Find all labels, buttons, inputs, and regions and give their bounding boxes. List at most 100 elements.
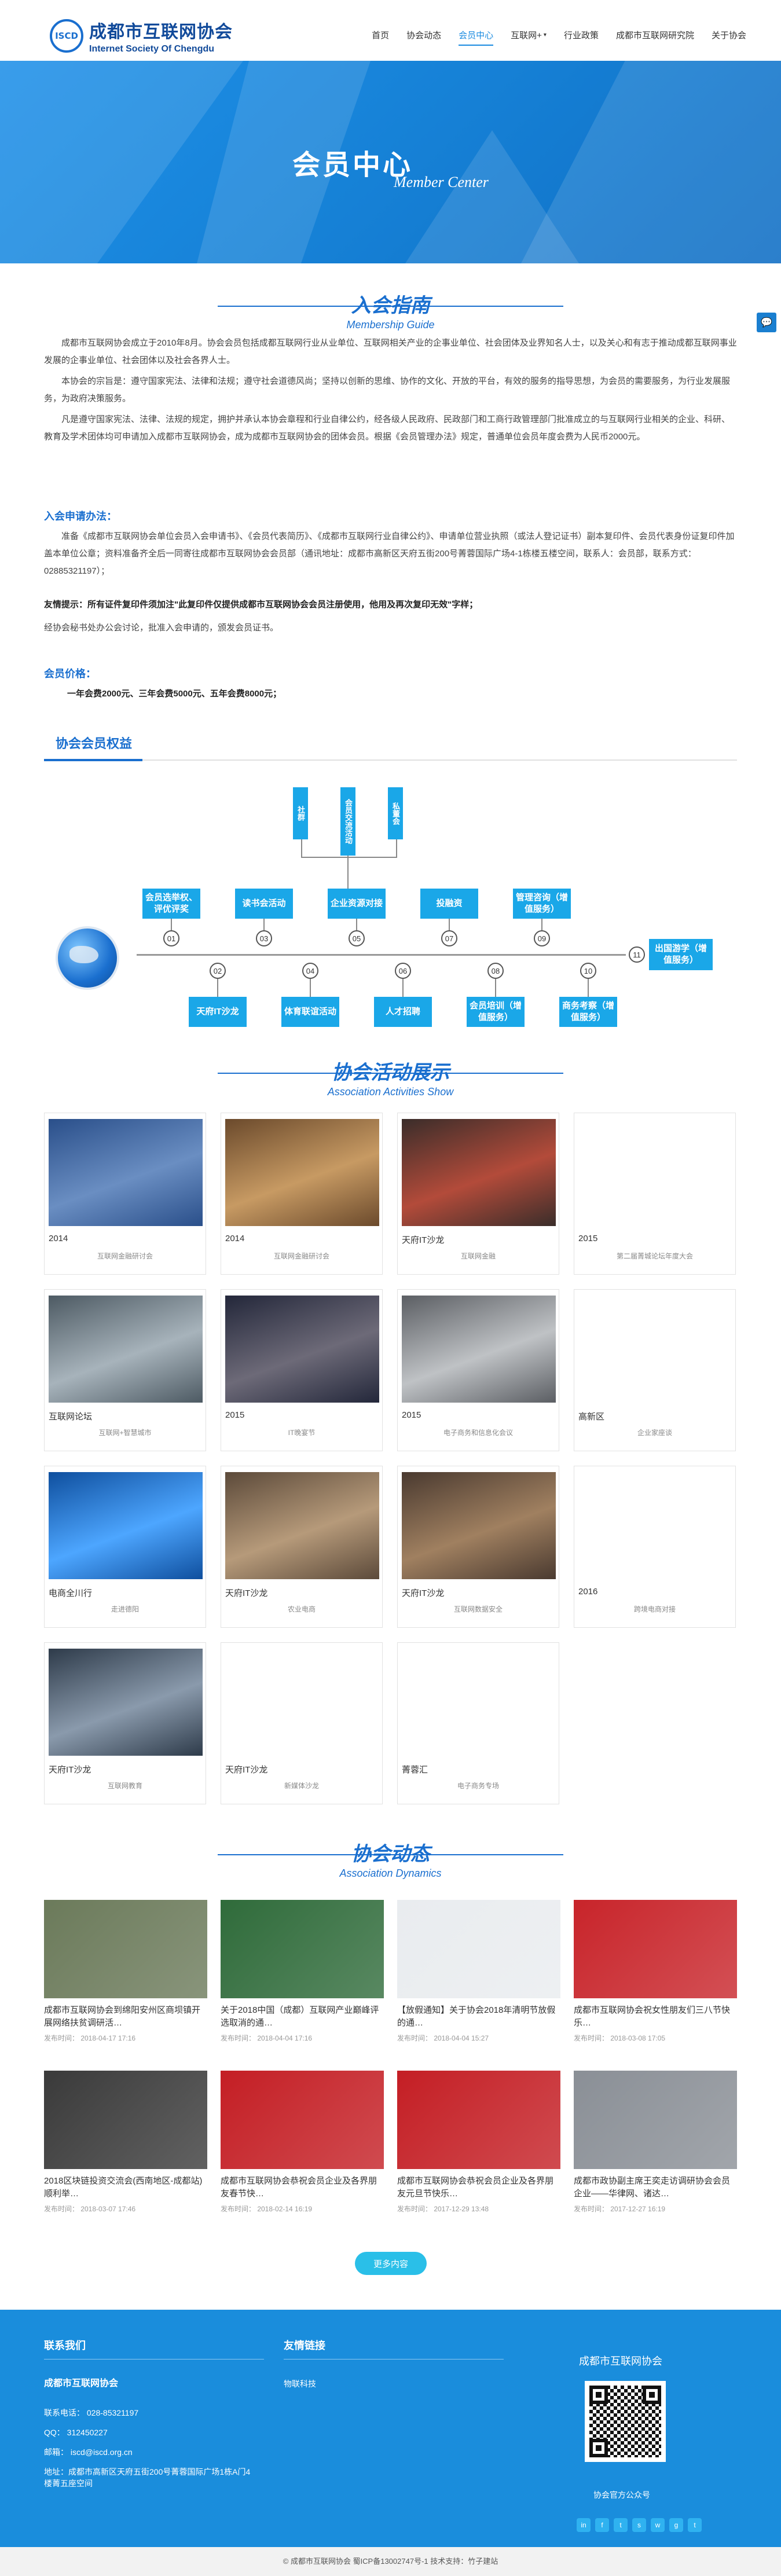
- activity-card[interactable]: 电商全川行 走进德阳: [44, 1466, 206, 1628]
- connector: [495, 979, 496, 997]
- main-content: 入会指南 Membership Guide 成都市互联网协会成立于2010年8月…: [44, 0, 737, 2316]
- activity-subtitle: 企业家座谈: [637, 1429, 672, 1437]
- news-title[interactable]: 2018区块链投资交流会(西南地区-成都站)顺利举…: [44, 2175, 207, 2200]
- news-item[interactable]: 成都市政协副主席王奕走访调研协会会员企业——华律网、诸达… 发布时间： 2017-…: [574, 2071, 737, 2214]
- news-item[interactable]: 成都市互联网协会恭祝会员企业及各界朋友春节快… 发布时间： 2018-02-14 …: [221, 2071, 384, 2214]
- activity-subtitle: 走进德阳: [111, 1605, 139, 1613]
- activity-subtitle: 互联网金融研讨会: [97, 1252, 153, 1260]
- guide-title: 入会指南: [351, 294, 430, 317]
- activity-card[interactable]: 天府IT沙龙 互联网教育: [44, 1642, 206, 1804]
- news-item[interactable]: 成都市互联网协会祝女性朋友们三八节快乐… 发布时间： 2018-03-08 17:…: [574, 1900, 737, 2043]
- tumblr-icon[interactable]: t: [688, 2518, 702, 2532]
- social-links: in f t s w g t: [577, 2518, 706, 2532]
- activity-subtitle: IT晚宴节: [288, 1429, 316, 1437]
- activity-caption: 高新区: [578, 1412, 605, 1422]
- activity-card[interactable]: 天府IT沙龙 互联网数据安全: [397, 1466, 559, 1628]
- news-item[interactable]: 2018区块链投资交流会(西南地区-成都站)顺利举… 发布时间： 2018-03-…: [44, 2071, 207, 2214]
- activity-card[interactable]: 天府IT沙龙 互联网金融: [397, 1113, 559, 1275]
- activity-photo: [49, 1119, 203, 1226]
- news-photo: [574, 2071, 737, 2169]
- apply-section: 准备《成都市互联网协会单位会员入会申请书》、《会员代表简历》、《成都市互联网行业…: [44, 528, 737, 580]
- member-rights-diagram: 社群 会员交流活动 私董会 01 02 03 04 05 06 07 08 09 10 11 会员选举…: [44, 787, 737, 1054]
- activity-card[interactable]: 天府IT沙龙 农业电商: [221, 1466, 383, 1628]
- news-item[interactable]: 成都市互联网协会恭祝会员企业及各界朋友元旦节快乐… 发布时间： 2017-12-2…: [397, 2071, 560, 2214]
- news-date: 发布时间： 2018-04-17 17:16: [44, 2034, 136, 2042]
- activity-caption: 菁蓉汇: [402, 1765, 428, 1775]
- footer-address: 地址：成都市高新区天府五街200号菁蓉国际广场1栋A门4楼菁五座空间: [44, 2467, 251, 2488]
- bottom-benefit-box: 会员培训（增值服务）: [467, 997, 525, 1027]
- news-title[interactable]: 成都市互联网协会祝女性朋友们三八节快乐…: [574, 2004, 737, 2030]
- contact-title: 联系我们: [44, 2340, 86, 2351]
- apply-title: 入会申请办法：: [44, 511, 117, 522]
- activity-subtitle: 互联网金融研讨会: [273, 1252, 329, 1260]
- news-title[interactable]: 成都市互联网协会恭祝会员企业及各界朋友元旦节快乐…: [397, 2175, 560, 2200]
- linkedin-icon[interactable]: in: [577, 2518, 591, 2532]
- news-item[interactable]: 关于2018中国（成都）互联网产业巅峰评选取消的通… 发布时间： 2018-04-…: [221, 1900, 384, 2043]
- guide-intro: 成都市互联网协会成立于2010年8月。协会会员包括成都互联网行业从业单位、互联网…: [44, 335, 737, 446]
- news-item[interactable]: 成都市互联网协会到绵阳安州区商坝镇开展网络扶贫调研活… 发布时间： 2018-04…: [44, 1900, 207, 2043]
- activity-card[interactable]: 2014 互联网金融研讨会: [221, 1113, 383, 1275]
- timeline-node: 02: [210, 963, 226, 979]
- bottom-benefit-box: 天府IT沙龙: [189, 997, 247, 1027]
- activity-photo: [225, 1472, 379, 1579]
- activity-card[interactable]: 天府IT沙龙 新媒体沙龙: [221, 1642, 383, 1804]
- footer-qq: QQ： 312450227: [44, 2428, 108, 2437]
- news-title[interactable]: 【放假通知】关于协会2018年清明节放假的通…: [397, 2004, 560, 2030]
- google-icon[interactable]: g: [669, 2518, 683, 2532]
- twitter-icon[interactable]: t: [614, 2518, 628, 2532]
- guide-paragraph-3: 凡是遵守国家宪法、法律、法规的规定，拥护并承认本协会章程和行业自律公约，经各级人…: [44, 414, 731, 442]
- rights-title: 协会会员权益: [56, 736, 133, 751]
- news-date: 发布时间： 2018-04-04 17:16: [221, 2034, 313, 2042]
- activity-card[interactable]: 互联网论坛 互联网+智慧城市: [44, 1289, 206, 1451]
- news-date: 发布时间： 2018-03-07 17:46: [44, 2205, 136, 2213]
- connector: [263, 919, 265, 930]
- qr-code: [585, 2381, 666, 2462]
- top-benefit-box: 会员选举权、评优评奖: [142, 889, 200, 919]
- more-button[interactable]: 更多内容: [355, 2252, 427, 2275]
- activity-photo: [225, 1296, 379, 1403]
- news-title[interactable]: 成都市政协副主席王奕走访调研协会会员企业——华律网、诸达…: [574, 2175, 737, 2200]
- news-title[interactable]: 关于2018中国（成都）互联网产业巅峰评选取消的通…: [221, 2004, 384, 2030]
- activity-card[interactable]: 2015 电子商务和信息化会议: [397, 1289, 559, 1451]
- news-title[interactable]: 成都市互联网协会到绵阳安州区商坝镇开展网络扶贫调研活…: [44, 2004, 207, 2030]
- footer-divider: [44, 2359, 264, 2360]
- timeline-node: 06: [395, 963, 411, 979]
- footer-email[interactable]: 邮箱： iscd@iscd.org.cn: [44, 2446, 133, 2458]
- footer-link-wulian[interactable]: 物联科技: [284, 2378, 316, 2390]
- timeline-node: 01: [163, 930, 179, 946]
- news-photo: [44, 1900, 207, 1998]
- activity-photo: [49, 1296, 203, 1403]
- activity-card[interactable]: 2015 第二届菁城论坛年度大会: [574, 1113, 736, 1275]
- weibo-icon[interactable]: w: [651, 2518, 665, 2532]
- activity-card[interactable]: 2014 互联网金融研讨会: [44, 1113, 206, 1275]
- news-item[interactable]: 【放假通知】关于协会2018年清明节放假的通… 发布时间： 2018-04-04 …: [397, 1900, 560, 2043]
- news-photo: [574, 1900, 737, 1998]
- activity-card[interactable]: 2016 跨境电商对接: [574, 1466, 736, 1628]
- activity-subtitle: 电子商务和信息化会议: [443, 1429, 513, 1437]
- fee-text: 一年会费2000元、三年会费5000元、五年会费8000元；: [67, 689, 282, 699]
- top-benefit-box: 管理咨询（增值服务）: [513, 889, 571, 919]
- connector: [217, 979, 218, 997]
- activity-card[interactable]: 菁蓉汇 电子商务专场: [397, 1642, 559, 1804]
- timeline-line: [137, 954, 626, 956]
- activity-card[interactable]: 高新区企业家座谈: [574, 1289, 736, 1451]
- connector: [310, 979, 311, 997]
- facebook-icon[interactable]: f: [595, 2518, 609, 2532]
- bottom-benefit-box: 体育联谊活动: [281, 997, 339, 1027]
- activity-subtitle: 第二届菁城论坛年度大会: [616, 1252, 693, 1260]
- activities-heading: 协会活动展示 Association Activities Show: [44, 1056, 737, 1098]
- timeline-node: 04: [302, 963, 318, 979]
- activity-photo: [49, 1472, 203, 1579]
- guide-paragraph-1: 成都市互联网协会成立于2010年8月。协会会员包括成都互联网行业从业单位、互联网…: [44, 338, 737, 365]
- activity-caption: 天府IT沙龙: [49, 1765, 91, 1775]
- connector: [396, 839, 397, 857]
- news-date: 发布时间： 2018-04-04 15:27: [397, 2034, 489, 2042]
- warm-tip: 友情提示：所有证件复印件须加注"此复印件仅提供成都市互联网协会会员注册使用，他用…: [44, 600, 478, 610]
- activity-card[interactable]: 2015 IT晚宴节: [221, 1289, 383, 1451]
- activity-photo: [225, 1119, 379, 1226]
- heading-line: [361, 1073, 563, 1074]
- heading-line: [361, 306, 563, 307]
- chat-icon[interactable]: 💬: [757, 313, 776, 332]
- share-icon[interactable]: s: [632, 2518, 646, 2532]
- news-title[interactable]: 成都市互联网协会恭祝会员企业及各界朋友春节快…: [221, 2175, 384, 2200]
